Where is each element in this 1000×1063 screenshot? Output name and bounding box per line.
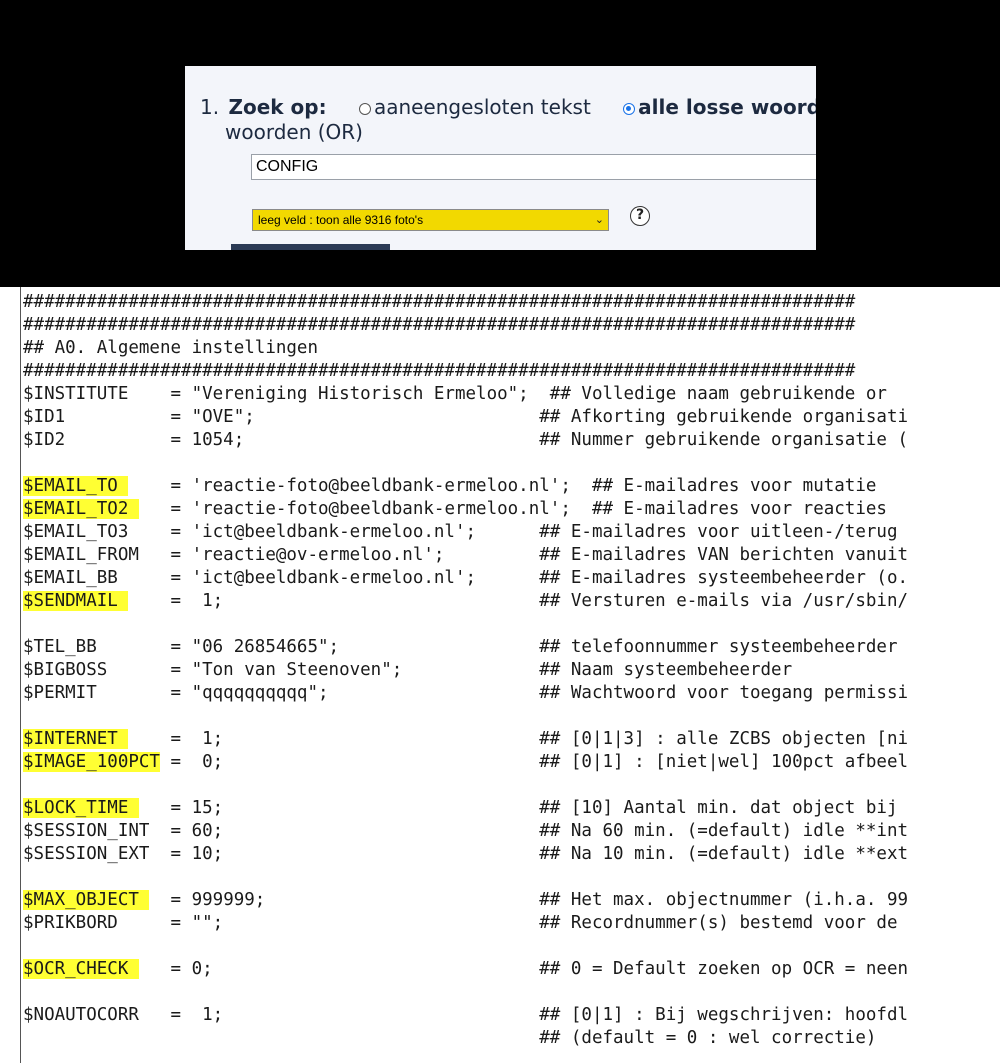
code-line-text: $EMAIL_BB = 'ict@beeldbank-ermeloo.nl'; …: [23, 568, 909, 588]
photo-filter-select-value: leeg veld : toon alle 9316 foto's: [258, 213, 424, 227]
code-line: ## (default = 0 : wel correctie): [23, 1027, 908, 1050]
code-line-text: $ID2 = 1054; ## Nummer gebruikende organ…: [23, 430, 909, 450]
code-line: $LOCK_TIME = 15; ## [10] Aantal min. dat…: [23, 797, 908, 820]
code-line: $OCR_CHECK = 0; ## 0 = Default zoeken op…: [23, 958, 908, 981]
code-line: [23, 981, 908, 1004]
code-line: $PRIKBORD = ""; ## Recordnummer(s) beste…: [23, 912, 908, 935]
code-line: $SESSION_EXT = 10; ## Na 10 min. (=defau…: [23, 843, 908, 866]
code-line-text: $SESSION_EXT = 10; ## Na 10 min. (=defau…: [23, 844, 909, 864]
code-line: [23, 866, 908, 889]
code-line: $IMAGE_100PCT = 0; ## [0|1] : [niet|wel]…: [23, 751, 908, 774]
code-line: ## A0. Algemene instellingen: [23, 337, 908, 360]
highlighted-variable: $INTERNET: [23, 729, 129, 749]
code-line-text: $INSTITUTE = "Vereniging Historisch Erme…: [23, 384, 887, 404]
code-line: [23, 774, 908, 797]
code-line: ########################################…: [23, 291, 908, 314]
code-line-text: = 15; ## [10] Aantal min. dat object bij: [138, 798, 898, 818]
highlighted-variable: $IMAGE_100PCT: [23, 752, 160, 772]
code-line-text: = 0; ## [0|1] : [niet|wel] 100pct afbeel: [159, 752, 909, 772]
option-contiguous-text-label[interactable]: aaneengesloten tekst: [374, 95, 591, 119]
code-line-text: $EMAIL_FROM = 'reactie@ov-ermeloo.nl'; #…: [23, 545, 909, 565]
code-line-text: $NOAUTOCORR = 1; ## [0|1] : Bij wegschri…: [23, 1005, 909, 1025]
code-line: $PERMIT = "qqqqqqqqqq"; ## Wachtwoord vo…: [23, 682, 908, 705]
option-all-words-label[interactable]: alle losse woorde: [638, 95, 816, 119]
code-line-text: $EMAIL_TO3 = 'ict@beeldbank-ermeloo.nl';…: [23, 522, 898, 542]
code-line-text: $SESSION_INT = 60; ## Na 60 min. (=defau…: [23, 821, 909, 841]
step-number: 1.: [200, 95, 220, 119]
code-line-text: $PERMIT = "qqqqqqqqqq"; ## Wachtwoord vo…: [23, 683, 909, 703]
radio-contiguous-text[interactable]: [358, 103, 371, 115]
code-line: $EMAIL_TO = 'reactie-foto@beeldbank-erme…: [23, 475, 908, 498]
code-line: ########################################…: [23, 360, 908, 383]
code-line: $SESSION_INT = 60; ## Na 60 min. (=defau…: [23, 820, 908, 843]
code-line-text: = 'reactie-foto@beeldbank-ermeloo.nl'; #…: [128, 476, 877, 496]
code-left-border: [20, 287, 21, 1063]
code-line: $EMAIL_TO2 = 'reactie-foto@beeldbank-erm…: [23, 498, 908, 521]
code-line-text: = 0; ## 0 = Default zoeken op OCR = neen: [138, 959, 909, 979]
photo-filter-select[interactable]: leeg veld : toon alle 9316 foto's ⌄: [252, 209, 609, 231]
search-input[interactable]: [251, 154, 816, 180]
highlighted-variable: $LOCK_TIME: [23, 798, 139, 818]
code-line-text: ########################################…: [23, 361, 856, 381]
code-line-text: = 1; ## Versturen e-mails via /usr/sbin/: [128, 591, 909, 611]
code-line: $EMAIL_FROM = 'reactie@ov-ermeloo.nl'; #…: [23, 544, 908, 567]
code-line: $EMAIL_TO3 = 'ict@beeldbank-ermeloo.nl';…: [23, 521, 908, 544]
highlighted-variable: $MAX_OBJECT: [23, 890, 150, 910]
code-line-text: $TEL_BB = "06 26854665"; ## telefoonnumm…: [23, 637, 898, 657]
code-line: $EMAIL_BB = 'ict@beeldbank-ermeloo.nl'; …: [23, 567, 908, 590]
code-line: $ID1 = "OVE"; ## Afkorting gebruikende o…: [23, 406, 908, 429]
code-line: [23, 935, 908, 958]
code-line: $BIGBOSS = "Ton van Steenoven"; ## Naam …: [23, 659, 908, 682]
code-line-text: ## (default = 0 : wel correctie): [23, 1028, 877, 1048]
code-line-text: = 999999; ## Het max. objectnummer (i.h.…: [149, 890, 909, 910]
search-label: Zoek op:: [228, 95, 327, 119]
screen: 1. Zoek op: aaneengesloten tekst alle lo…: [0, 0, 1000, 1063]
question-circle-icon[interactable]: ?: [630, 206, 650, 226]
code-line: $SENDMAIL = 1; ## Versturen e-mails via …: [23, 590, 908, 613]
config-code-view: ########################################…: [0, 287, 1000, 1063]
code-line: $MAX_OBJECT = 999999; ## Het max. object…: [23, 889, 908, 912]
code-line-text: = 1; ## [0|1|3] : alle ZCBS objecten [ni: [128, 729, 909, 749]
code-line: [23, 705, 908, 728]
search-mode-row: 1. Zoek op: aaneengesloten tekst alle lo…: [200, 95, 816, 119]
search-panel: 1. Zoek op: aaneengesloten tekst alle lo…: [185, 66, 816, 250]
option-all-words-continuation: woorden (OR): [225, 120, 363, 144]
highlighted-variable: $OCR_CHECK: [23, 959, 139, 979]
chevron-down-icon: ⌄: [594, 214, 604, 226]
code-line-text: $ID1 = "OVE"; ## Afkorting gebruikende o…: [23, 407, 909, 427]
option-contiguous-text[interactable]: aaneengesloten tekst: [358, 95, 597, 119]
code-line: ########################################…: [23, 314, 908, 337]
code-line-text: ########################################…: [23, 315, 856, 335]
code-line: [23, 452, 908, 475]
highlighted-variable: $EMAIL_TO: [23, 476, 129, 496]
config-code-block: ########################################…: [23, 291, 908, 1050]
code-line-text: $BIGBOSS = "Ton van Steenoven"; ## Naam …: [23, 660, 793, 680]
top-band: 1. Zoek op: aaneengesloten tekst alle lo…: [0, 0, 1000, 287]
code-line: $TEL_BB = "06 26854665"; ## telefoonnumm…: [23, 636, 908, 659]
code-line-text: = 'reactie-foto@beeldbank-ermeloo.nl'; #…: [138, 499, 887, 519]
code-line: $ID2 = 1054; ## Nummer gebruikende organ…: [23, 429, 908, 452]
code-line: [23, 613, 908, 636]
code-line-text: $PRIKBORD = ""; ## Recordnummer(s) beste…: [23, 913, 898, 933]
radio-all-words[interactable]: [623, 103, 636, 115]
search-button[interactable]: [231, 244, 390, 250]
highlighted-variable: $SENDMAIL: [23, 591, 129, 611]
code-line: $INSTITUTE = "Vereniging Historisch Erme…: [23, 383, 908, 406]
option-all-words[interactable]: alle losse woorde: [623, 95, 816, 119]
code-line: $INTERNET = 1; ## [0|1|3] : alle ZCBS ob…: [23, 728, 908, 751]
code-line-text: ########################################…: [23, 292, 856, 312]
code-line: $NOAUTOCORR = 1; ## [0|1] : Bij wegschri…: [23, 1004, 908, 1027]
code-line-text: ## A0. Algemene instellingen: [23, 338, 319, 358]
highlighted-variable: $EMAIL_TO2: [23, 499, 139, 519]
